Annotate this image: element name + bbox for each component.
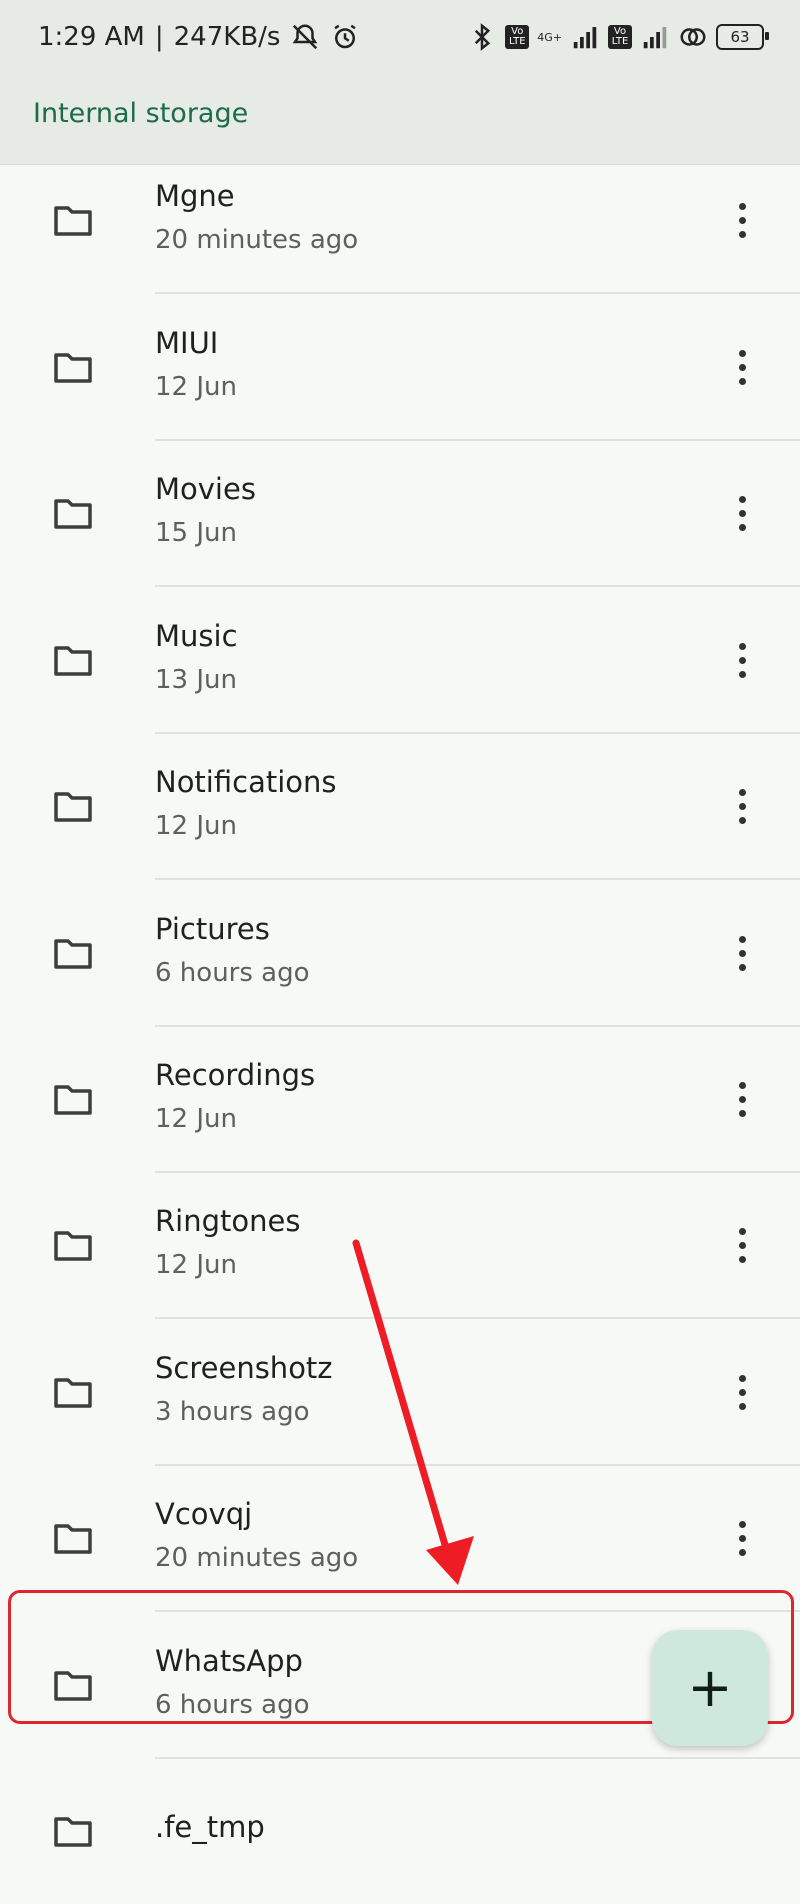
status-bar: 1:29 AM | 247KB/s Vo LTE 4G+ Vo LTE 63	[0, 0, 800, 84]
status-right: Vo LTE 4G+ Vo LTE 63	[467, 22, 769, 52]
alarm-icon	[334, 24, 357, 49]
add-fab-button[interactable]: +	[652, 1630, 768, 1746]
folder-row[interactable]: Movies 15 Jun	[0, 440, 800, 587]
folder-name: Vcovqj	[155, 1497, 253, 1531]
more-vert-icon[interactable]	[726, 483, 758, 543]
folder-date: 13 Jun	[155, 665, 237, 695]
folder-icon	[54, 1524, 92, 1554]
status-speed: 247KB/s	[173, 22, 281, 52]
more-vert-icon[interactable]	[726, 776, 758, 836]
folder-icon	[54, 206, 92, 236]
folder-name: Movies	[155, 472, 256, 506]
mute-bell-icon	[293, 24, 318, 50]
more-vert-icon[interactable]	[726, 1362, 758, 1422]
folder-date: 20 minutes ago	[155, 225, 359, 255]
folder-row[interactable]: MIUI 12 Jun	[0, 294, 800, 441]
folder-date: 12 Jun	[155, 372, 237, 402]
status-separator: |	[154, 22, 164, 52]
folder-date: 15 Jun	[155, 518, 237, 548]
folder-icon	[54, 353, 92, 383]
folder-date: 3 hours ago	[155, 1397, 310, 1427]
folder-row[interactable]: Screenshotz 3 hours ago	[0, 1319, 800, 1466]
status-time: 1:29 AM	[38, 22, 145, 52]
folder-name: Music	[155, 619, 238, 653]
folder-name: .fe_tmp	[155, 1810, 265, 1844]
more-vert-icon[interactable]	[726, 923, 758, 983]
more-vert-icon[interactable]	[726, 1215, 758, 1275]
folder-row[interactable]: Notifications 12 Jun	[0, 733, 800, 880]
folder-row[interactable]: Mgne 20 minutes ago	[0, 147, 800, 294]
folder-icon	[54, 499, 92, 529]
more-vert-icon[interactable]	[726, 630, 758, 690]
folder-row[interactable]: .fe_tmp	[0, 1758, 800, 1904]
folder-icon	[54, 1817, 92, 1847]
battery-indicator: 63	[716, 24, 769, 50]
folder-date: 12 Jun	[155, 811, 237, 841]
network-type: 4G+	[537, 30, 562, 44]
folder-row[interactable]: Music 13 Jun	[0, 587, 800, 734]
volte-badge-1: Vo LTE	[505, 25, 530, 49]
folder-date: 12 Jun	[155, 1104, 237, 1134]
folder-icon	[54, 1378, 92, 1408]
folder-name: Recordings	[155, 1058, 316, 1092]
folder-icon	[54, 1231, 92, 1261]
folder-name: Ringtones	[155, 1204, 301, 1238]
folder-row[interactable]: Pictures 6 hours ago	[0, 880, 800, 1027]
folder-name: Screenshotz	[155, 1351, 333, 1385]
more-vert-icon[interactable]	[726, 1508, 758, 1568]
hotspot-icon	[680, 28, 706, 46]
folder-row[interactable]: Ringtones 12 Jun	[0, 1172, 800, 1319]
signal-icon	[573, 27, 597, 49]
volte-badge-2: Vo LTE	[608, 25, 632, 49]
folder-date: 6 hours ago	[155, 958, 310, 988]
more-vert-icon[interactable]	[726, 337, 758, 397]
status-left: 1:29 AM | 247KB/s	[38, 22, 360, 52]
add-icon: +	[687, 1656, 733, 1719]
folder-date: 20 minutes ago	[155, 1543, 359, 1573]
folder-name: Pictures	[155, 912, 270, 946]
folder-icon	[54, 939, 92, 969]
folder-row[interactable]: Recordings 12 Jun	[0, 1026, 800, 1173]
bluetooth-icon	[475, 23, 491, 51]
signal-icon-2	[643, 27, 667, 49]
folder-date: 12 Jun	[155, 1250, 237, 1280]
folder-name: MIUI	[155, 326, 219, 360]
folder-icon	[54, 792, 92, 822]
folder-name: Mgne	[155, 179, 235, 213]
folder-icon	[54, 646, 92, 676]
more-vert-icon[interactable]	[726, 190, 758, 250]
folder-icon	[54, 1085, 92, 1115]
breadcrumb-internal-storage[interactable]: Internal storage	[33, 98, 248, 129]
folder-name: Notifications	[155, 765, 337, 799]
more-vert-icon[interactable]	[726, 1069, 758, 1129]
